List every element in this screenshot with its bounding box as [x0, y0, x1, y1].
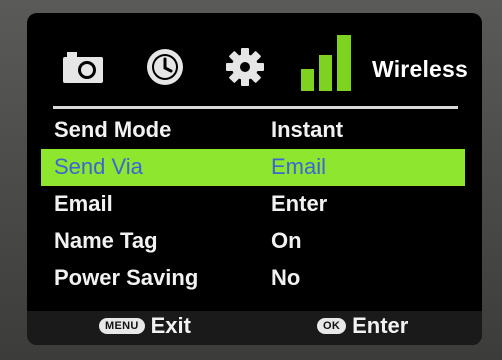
menu-exit-label: Exit — [150, 313, 191, 338]
tab-wireless[interactable]: Wireless — [372, 45, 482, 93]
gear-icon[interactable] — [225, 47, 265, 87]
ok-key-badge: OK — [317, 318, 347, 334]
menu-row-value: No — [271, 265, 301, 290]
menu-row-label: Send Via — [54, 154, 143, 179]
menu-row-label: Send Mode — [54, 117, 172, 142]
menu-row-power-saving[interactable]: Power Saving No — [41, 260, 465, 297]
settings-menu: Send Mode Instant Send Via Email Email E… — [41, 112, 465, 297]
menu-row-email[interactable]: Email Enter — [41, 186, 465, 223]
header-divider — [53, 106, 458, 109]
menu-key-badge: MENU — [99, 318, 145, 334]
menu-row-send-via[interactable]: Send Via Email — [41, 149, 465, 186]
button-hint-bar: MENU Exit OK Enter — [27, 311, 482, 345]
menu-row-label: Power Saving — [54, 265, 199, 290]
menu-row-value: Enter — [271, 191, 328, 216]
clock-icon[interactable] — [145, 47, 185, 87]
menu-row-value: Instant — [271, 117, 344, 142]
menu-row-value: Email — [271, 154, 327, 179]
signal-icon[interactable] — [299, 31, 363, 93]
menu-exit-hint[interactable]: MENU Exit — [99, 313, 191, 339]
ok-enter-hint[interactable]: OK Enter — [317, 313, 408, 339]
tab-bar: Wireless — [27, 13, 482, 103]
menu-row-name-tag[interactable]: Name Tag On — [41, 223, 465, 260]
menu-row-send-mode[interactable]: Send Mode Instant — [41, 112, 465, 149]
camera-icon[interactable] — [61, 50, 105, 84]
ok-enter-label: Enter — [352, 313, 409, 338]
menu-row-label: Email — [54, 191, 113, 216]
menu-row-value: On — [271, 228, 302, 253]
tab-wireless-label: Wireless — [372, 55, 469, 82]
menu-row-label: Name Tag — [54, 228, 158, 253]
camera-screen: Wireless Send Mode Instant Send Via Emai… — [27, 13, 482, 345]
